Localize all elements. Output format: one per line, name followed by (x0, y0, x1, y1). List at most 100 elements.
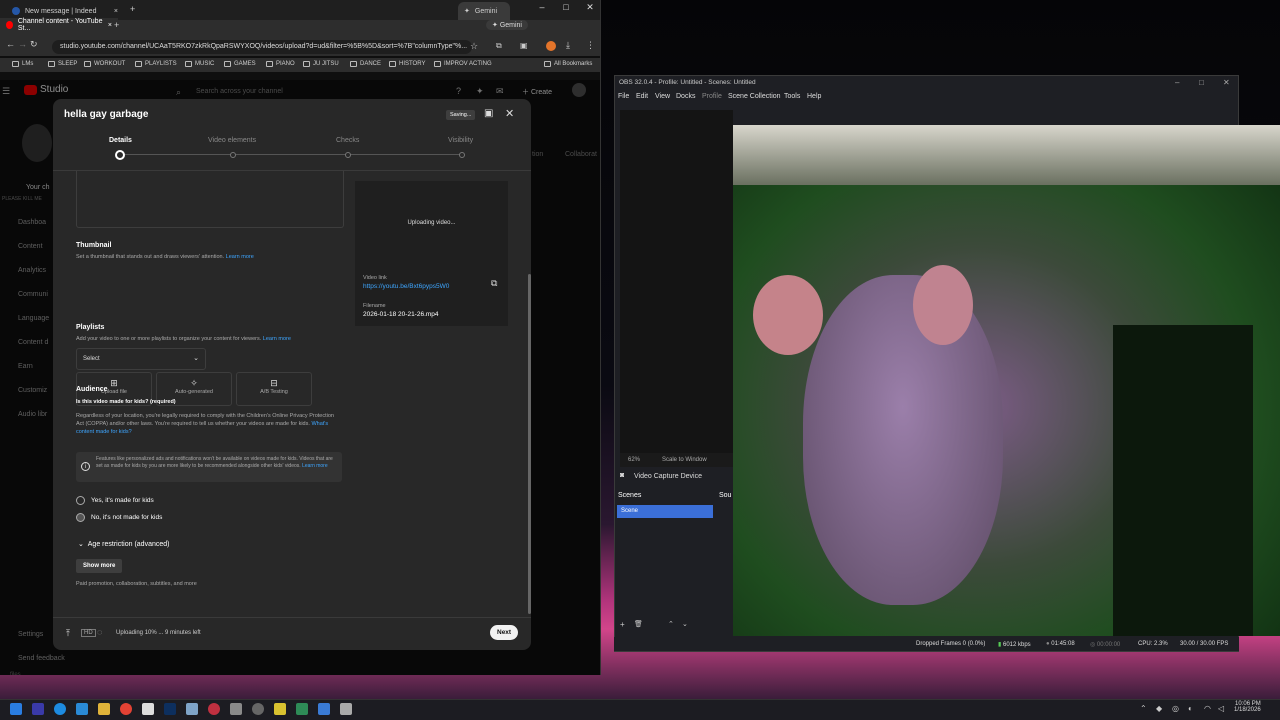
learn-more-link[interactable]: Learn more (302, 463, 328, 469)
tray-chevron-icon[interactable]: ⌃ (1140, 704, 1147, 713)
radio-yes-kids[interactable]: Yes, it's made for kids (76, 496, 154, 505)
bookmark-label: PLAYLISTS (145, 61, 177, 67)
menu-icon[interactable]: ⋮ (586, 40, 595, 51)
menu-edit[interactable]: Edit (636, 93, 648, 100)
close-icon[interactable]: × (114, 8, 118, 15)
ab-testing-button[interactable]: ⊟ A/B Testing (236, 372, 312, 406)
copy-icon[interactable]: ⧉ (491, 278, 497, 289)
bookmark-folder[interactable]: LMs (12, 61, 33, 67)
tray-app-icon[interactable]: ◎ (1172, 704, 1179, 713)
notepad-icon[interactable] (142, 703, 154, 715)
age-restriction-toggle[interactable]: ⌄ Age restriction (advanced) (78, 540, 169, 548)
app-icon[interactable] (186, 703, 198, 715)
profile-avatar[interactable] (546, 41, 556, 51)
new-tab-icon[interactable]: + (114, 20, 119, 30)
bookmark-folder[interactable]: PLAYLISTS (135, 61, 177, 67)
chevron-down-icon[interactable]: ⌄ (682, 620, 688, 628)
menu-tools[interactable]: Tools (784, 93, 800, 100)
menu-help[interactable]: Help (807, 93, 821, 100)
feedback-icon[interactable]: ▣ (484, 108, 493, 119)
zoom-level[interactable]: 62% (628, 457, 640, 463)
radio-not-kids[interactable]: No, it's not made for kids (76, 513, 162, 522)
step-visibility[interactable]: Visibility (448, 137, 473, 144)
obs-statusbar: Dropped Frames 0 (0.0%) ▮ 6012 kbps ● 01… (614, 637, 1239, 651)
bookmark-folder[interactable]: MUSIC (185, 61, 214, 67)
settings-icon[interactable] (230, 703, 242, 715)
close-window-icon[interactable]: ✕ (578, 2, 600, 13)
gemini-button[interactable]: ✦ Gemini (486, 20, 528, 30)
forward-icon[interactable]: → (18, 39, 27, 49)
wifi-icon[interactable]: ◠ (1204, 704, 1211, 713)
learn-more-link[interactable]: Learn more (263, 336, 291, 342)
app-icon[interactable] (208, 703, 220, 715)
app-icon[interactable] (318, 703, 330, 715)
tab-gemini[interactable]: ✦ Gemini (458, 2, 510, 20)
show-more-button[interactable]: Show more (76, 559, 123, 573)
obs-icon[interactable] (252, 703, 264, 715)
tray-app-icon[interactable]: ◐ (1188, 704, 1193, 713)
menu-scene-collection[interactable]: Scene Collection (728, 93, 781, 100)
next-button[interactable]: Next (490, 625, 519, 640)
new-tab-icon[interactable]: + (130, 4, 135, 14)
tab-label: Gemini (474, 7, 498, 15)
maximize-icon[interactable]: □ (554, 2, 578, 12)
scrollbar[interactable] (528, 274, 531, 614)
folder-icon[interactable] (98, 703, 110, 715)
minimize-icon[interactable]: – (530, 2, 554, 12)
maximize-icon[interactable]: □ (1199, 78, 1204, 87)
all-bookmarks[interactable]: All Bookmarks (544, 61, 592, 67)
edge-icon[interactable] (54, 703, 66, 715)
windows-start-icon[interactable] (10, 703, 22, 715)
bookmark-folder[interactable]: GAMES (224, 61, 256, 67)
scene-item[interactable]: Scene (617, 505, 713, 518)
menu-docks[interactable]: Docks (676, 93, 695, 100)
playlist-select[interactable]: Select ⌄ (76, 348, 206, 370)
step-dot-active (115, 150, 125, 160)
chrome-icon[interactable] (120, 703, 132, 715)
close-icon[interactable]: × (108, 22, 112, 29)
close-window-icon[interactable]: ✕ (1223, 78, 1230, 87)
volume-icon[interactable]: ◁ (1218, 704, 1224, 713)
menu-profile[interactable]: Profile (702, 93, 722, 100)
app-icon[interactable] (296, 703, 308, 715)
clock[interactable]: 10:06 PM 1/18/2026 (1234, 701, 1261, 713)
minimize-icon[interactable]: – (1175, 78, 1179, 87)
learn-more-link[interactable]: Learn more (226, 254, 254, 260)
bookmark-folder[interactable]: SLEEP (48, 61, 77, 67)
photoshop-icon[interactable] (164, 703, 176, 715)
reload-icon[interactable]: ↻ (30, 39, 38, 50)
bookmark-folder[interactable]: JU JITSU (303, 61, 339, 67)
trash-icon[interactable]: 🗑 (634, 620, 643, 628)
url-bar[interactable]: studio.youtube.com/channel/UCAaT5RKO7zkR… (52, 40, 472, 54)
tray-app-icon[interactable]: ◆ (1156, 704, 1162, 713)
scale-dropdown[interactable]: Scale to Window (662, 457, 707, 463)
menu-file[interactable]: File (618, 93, 629, 100)
bookmark-folder[interactable]: WORKOUT (84, 61, 125, 67)
app-icon[interactable] (76, 703, 88, 715)
download-icon[interactable]: ⤓ (566, 40, 570, 51)
radio-button[interactable] (76, 496, 85, 505)
video-link[interactable]: https://youtu.be/Bxt6pyps5W0 (363, 283, 449, 290)
star-icon[interactable]: ☆ (470, 41, 478, 52)
bookmark-folder[interactable]: HISTORY (389, 61, 425, 67)
app-icon[interactable] (32, 703, 44, 715)
menu-view[interactable]: View (655, 93, 670, 100)
radio-button[interactable] (76, 513, 85, 522)
close-icon[interactable]: ✕ (505, 107, 514, 120)
step-checks[interactable]: Checks (336, 137, 359, 144)
bookmark-folder[interactable]: PIANO (266, 61, 295, 67)
tab-youtube-studio[interactable]: Channel content - YouTube St... × (0, 18, 118, 32)
back-icon[interactable]: ← (6, 39, 15, 49)
sidepanel-icon[interactable]: ▣ (520, 41, 528, 50)
description-field[interactable] (76, 171, 344, 228)
chevron-up-icon[interactable]: ⌃ (668, 620, 674, 628)
app-icon[interactable] (340, 703, 352, 715)
add-icon[interactable]: + (620, 620, 625, 629)
bookmark-folder[interactable]: DANCE (350, 61, 381, 67)
bookmark-label: All Bookmarks (554, 61, 593, 67)
extensions-icon[interactable]: ⧉ (496, 41, 502, 51)
step-details[interactable]: Details (109, 137, 132, 144)
app-icon[interactable] (274, 703, 286, 715)
step-video-elements[interactable]: Video elements (208, 137, 256, 144)
bookmark-folder[interactable]: IMPROV ACTING (434, 61, 492, 67)
